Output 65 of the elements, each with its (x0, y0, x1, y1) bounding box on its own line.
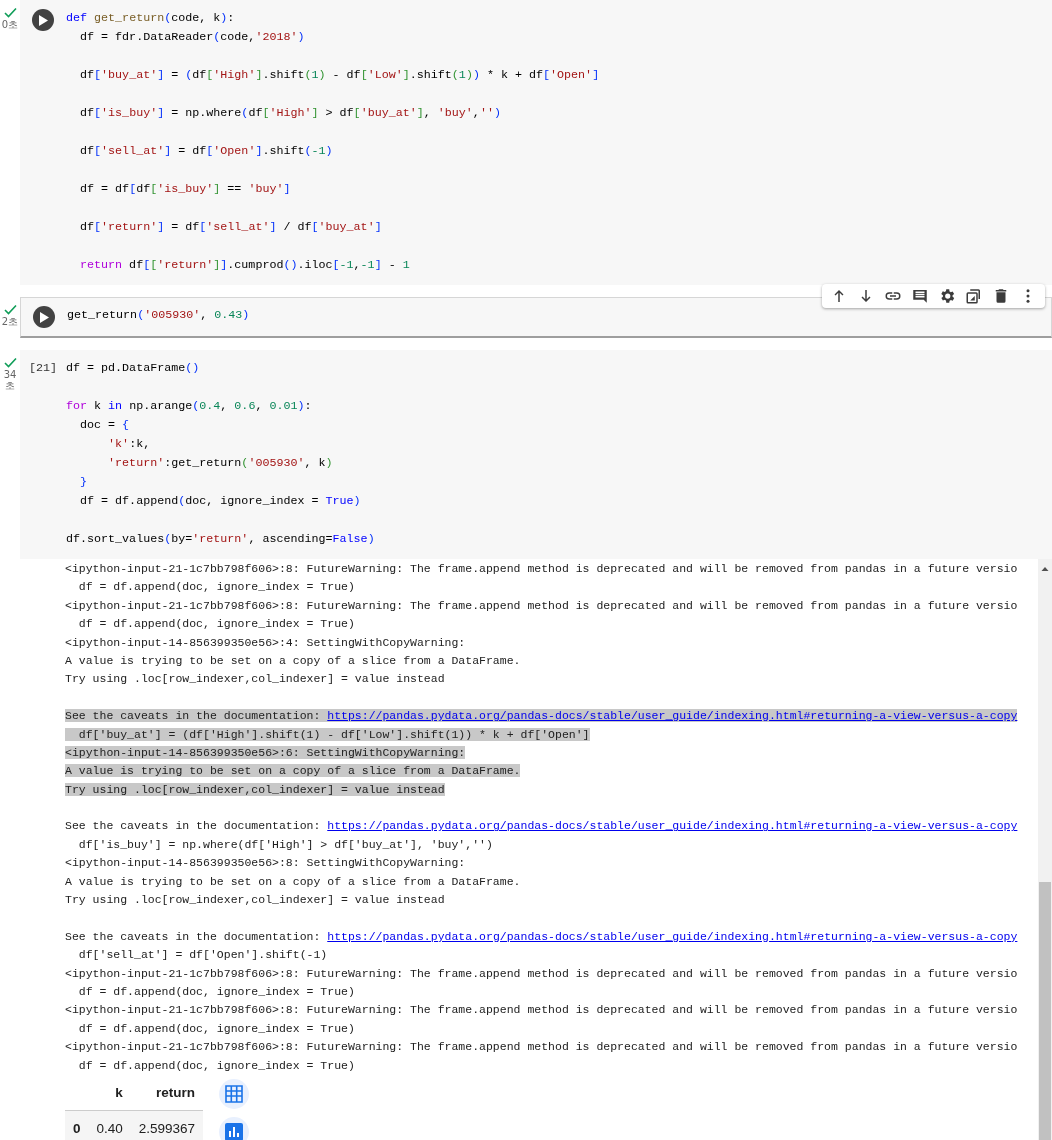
code-cell[interactable]: [21] df = pd.DataFrame() for k in np.arange(0.4, 0.6, 0.01): doc = { 'k':k, 'return':get_return('005930', k) } df = df.append(doc, ignore_index = True) df.sort_values(by='return', ascending=False) (20, 350, 1052, 559)
code-cell[interactable] (20, 0, 1052, 285)
table-icon (225, 1084, 244, 1103)
table-cell: 2.599367 (130, 1110, 204, 1140)
documentation-link[interactable]: https://pandas.pydata.org/pandas-docs/stable/user_guide/indexing.html#returning-a-view-versus-a-copy (327, 929, 1018, 943)
output-text: <ipython-input-14-856399350e56>:6: SettingWithCopyWarning: (65, 745, 466, 759)
column-header: return (130, 1078, 204, 1111)
code-line: df = df.append(doc, ignore_index = True) (79, 493, 362, 510)
chart-suggest-button[interactable] (219, 1116, 250, 1140)
run-button[interactable] (33, 306, 55, 328)
output-text: A value is trying to be set on a copy of a slice from a DataFrame. (65, 874, 521, 888)
output-text: <ipython-input-14-856399350e56>:4: SettingWithCopyWarning: (65, 635, 466, 649)
output-text: df = df.append(doc, ignore_index = True) (77, 985, 355, 998)
execution-count: [21] (28, 360, 58, 377)
play-icon (38, 14, 48, 26)
output-text: Try using .loc[row_indexer,col_indexer] = value instead (65, 893, 445, 907)
output-text: df = df.append(doc, ignore_index = True) (77, 580, 355, 594)
table-cell: 0.40 (88, 1110, 131, 1140)
code-line: df['is_buy'] = np.where(df['High'] > df['buy_at'], 'buy','') (79, 105, 502, 122)
code-line: df = df[df['is_buy'] == 'buy'] (79, 181, 292, 198)
output-text: Try using .loc[row_indexer,col_indexer] = value instead (65, 782, 445, 796)
code-cell[interactable]: get_return('005930', 0.43) (20, 297, 1052, 338)
output-text: <ipython-input-21-1c7bb798f606>:8: FutureWarning: The frame.append method is deprecated and will be removed from pandas in a future versio (65, 1040, 1018, 1054)
output-text: <ipython-input-21-1c7bb798f606>:8: FutureWarning: The frame.append method is deprecated and will be removed from pandas in a future versio (65, 966, 1018, 980)
row-index: 0 (65, 1110, 89, 1140)
code-line: df['sell_at'] = df['Open'].shift(-1) (79, 143, 334, 160)
code-line: for k in np.arange(0.4, 0.6, 0.01): (66, 398, 313, 415)
run-button[interactable] (32, 9, 54, 31)
output-text: <ipython-input-21-1c7bb798f606>:8: FutureWarning: The frame.append method is deprecated and will be removed from pandas in a future versio (65, 1003, 1018, 1017)
output-text: Try using .loc[row_indexer,col_indexer] = value instead (65, 672, 445, 686)
code-line: df.sort_values(by='return', ascending=False) (66, 531, 375, 548)
play-icon (39, 311, 49, 323)
output-text: df = df.append(doc, ignore_index = True) (77, 1058, 355, 1072)
output-text: <ipython-input-14-856399350e56>:8: SettingWithCopyWarning: (65, 856, 466, 870)
output-text: <ipython-input-21-1c7bb798f606>:8: FutureWarning: The frame.append method is deprecated and will be removed from pandas in a future versio (65, 598, 1018, 612)
output-text: A value is trying to be set on a copy of a slice from a DataFrame. (65, 653, 521, 667)
code-line: 'k':k, (107, 436, 152, 453)
documentation-link[interactable]: https://pandas.pydata.org/pandas-docs/stable/user_guide/indexing.html#returning-a-view-versus-a-copy (327, 709, 1018, 723)
table-view-button[interactable] (219, 1078, 250, 1109)
output-text: df['sell_at'] = df['Open'].shift(-1) (77, 948, 328, 962)
code-line: df = pd.DataFrame() (66, 360, 201, 377)
output-text: See the caveats in the documentation: (65, 819, 322, 833)
code-line: df['return'] = df['sell_at'] / df['buy_at'] (79, 219, 383, 236)
output-text: df['buy_at'] = (df['High'].shift(1) - df['Low'].shift(1)) * k + df['Open'] (65, 727, 590, 741)
code-line: df['buy_at'] = (df['High'].shift(1) - df['Low'].shift(1)) * k + df['Open'] (79, 67, 600, 84)
code-line: get_return('005930', 0.43) (67, 307, 250, 324)
code-line: def get_return(code, k): (66, 10, 236, 27)
code-line: df = fdr.DataReader(code,'2018') (79, 29, 306, 46)
execution-time: 34초 (2, 369, 18, 391)
execution-time: 0초 (0, 19, 20, 30)
column-header: k (88, 1078, 131, 1111)
code-line: 'return':get_return('005930', k) (107, 455, 334, 472)
documentation-link[interactable]: https://pandas.pydata.org/pandas-docs/stable/user_guide/indexing.html#returning-a-view-versus-a-copy (327, 819, 1018, 833)
output-text: df = df.append(doc, ignore_index = True) (77, 1021, 355, 1035)
output-text: See the caveats in the documentation: (65, 929, 322, 943)
output-text: See the caveats in the documentation: (65, 709, 328, 723)
code-line: doc = { (79, 417, 131, 434)
output-text: A value is trying to be set on a copy of a slice from a DataFrame. (65, 764, 521, 778)
bar-chart-icon (225, 1122, 244, 1140)
output-text: df['is_buy'] = np.where(df['High'] > df['buy_at'], 'buy','') (77, 837, 493, 851)
code-line: } (79, 474, 89, 491)
execution-time: 2초 (0, 316, 20, 327)
code-line: return df[['return']].cumprod().iloc[-1,-1] - 1 (79, 257, 411, 274)
output-text: df = df.append(doc, ignore_index = True) (77, 617, 355, 631)
output-text: <ipython-input-21-1c7bb798f606>:8: FutureWarning: The frame.append method is deprecated and will be removed from pandas in a future versio (65, 562, 1018, 575)
